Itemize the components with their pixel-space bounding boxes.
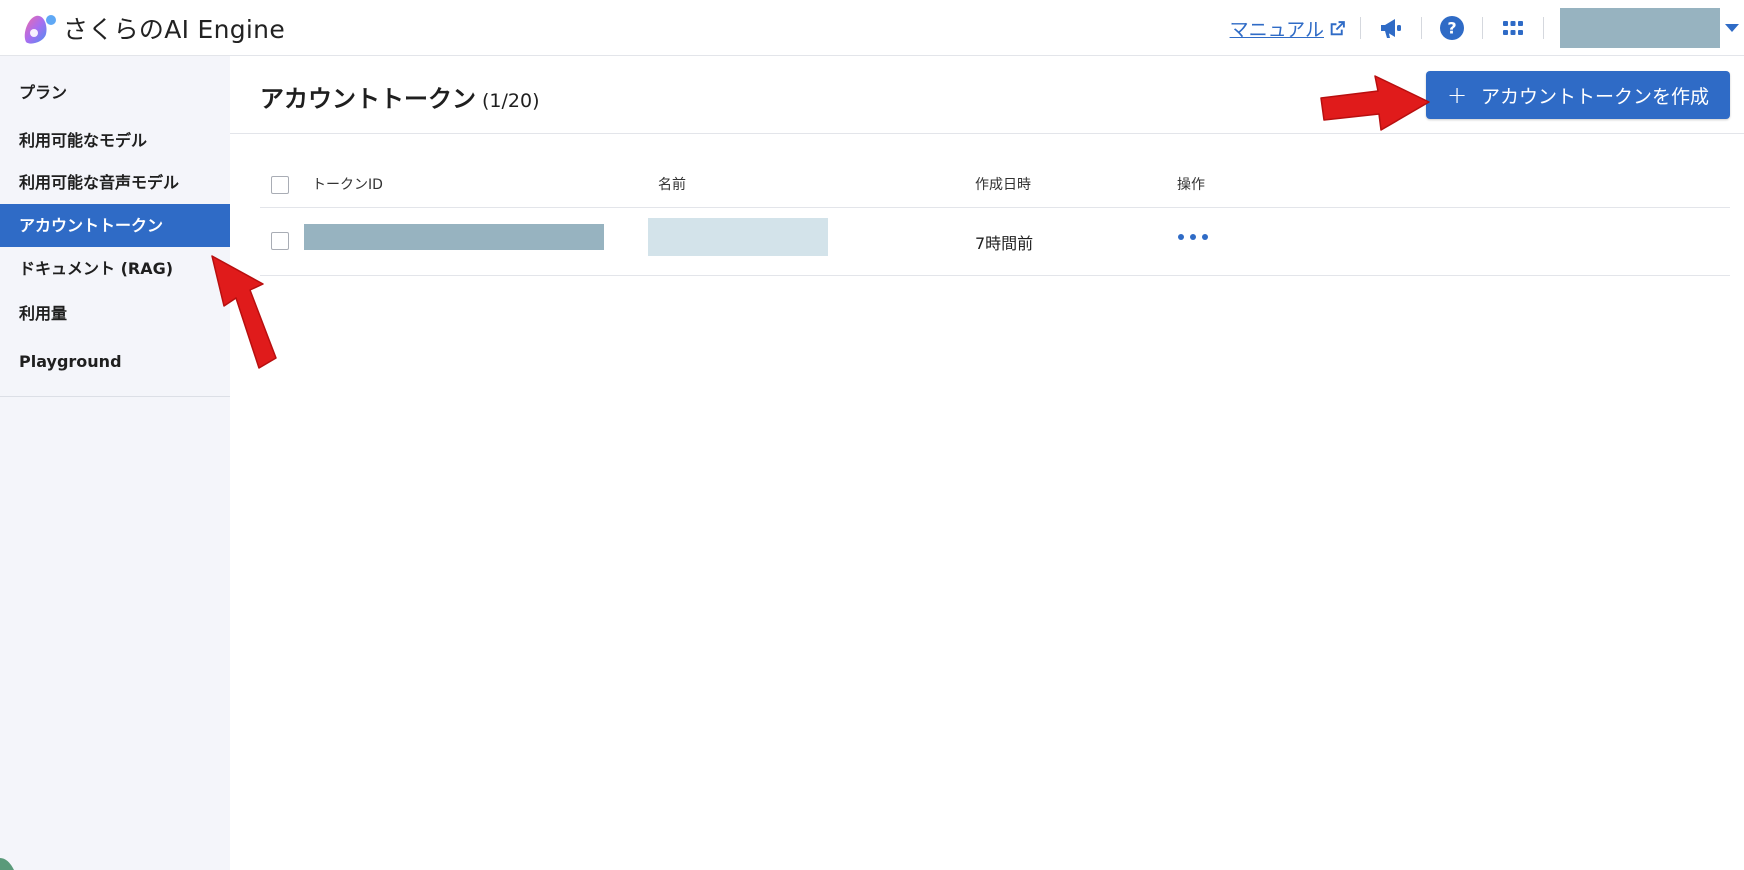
divider [1543,17,1544,39]
external-link-icon [1330,20,1345,35]
token-table: トークンID 名前 作成日時 操作 7時間前 [260,164,1730,276]
column-header-token-id[interactable]: トークンID [312,174,383,194]
divider [1360,17,1361,39]
token-count: (1/20) [482,90,540,112]
select-all-checkbox[interactable] [271,176,289,194]
column-header-created[interactable]: 作成日時 [975,174,1031,194]
chevron-down-icon[interactable] [1720,23,1744,33]
divider [1421,17,1422,39]
sidebar-item-plan[interactable]: プラン [0,73,230,113]
megaphone-icon[interactable] [1375,12,1407,44]
main-content: アカウントトークン (1/20) + アカウントトークンを作成 トークンID 名前… [230,56,1744,870]
manual-link-label: マニュアル [1229,18,1324,41]
logo-mark-icon [24,15,56,44]
divider [1482,17,1483,39]
plus-icon: + [1446,81,1468,109]
token-id-cell [304,224,604,250]
sidebar-item-models[interactable]: 利用可能なモデル [0,121,230,161]
app-name: さくらのAI Engine [63,15,286,44]
column-header-actions: 操作 [1177,177,1205,193]
sidebar: プラン 利用可能なモデル 利用可能な音声モデル アカウントトークン ドキュメント… [0,56,230,870]
app-logo[interactable]: さくらのAI Engine [22,8,285,48]
create-account-token-label: アカウントトークンを作成 [1481,85,1710,108]
sidebar-item-documents-rag[interactable]: ドキュメント (RAG) [0,247,230,290]
more-horizontal-icon[interactable] [1178,230,1208,244]
sidebar-item-playground[interactable]: Playground [0,338,230,386]
sidebar-item-voice-models[interactable]: 利用可能な音声モデル [0,161,230,204]
sidebar-nav: プラン 利用可能なモデル 利用可能な音声モデル アカウントトークン ドキュメント… [0,56,230,397]
top-bar: さくらのAI Engine マニュアル ? [0,0,1744,56]
svg-text:?: ? [1447,19,1456,38]
apps-grid-icon[interactable] [1497,12,1529,44]
row-checkbox[interactable] [271,232,289,250]
create-account-token-button[interactable]: + アカウントトークンを作成 [1426,71,1730,119]
column-header-name[interactable]: 名前 [658,174,686,194]
created-time-cell: 7時間前 [975,234,1034,253]
table-header: トークンID 名前 作成日時 操作 [260,164,1730,208]
manual-link[interactable]: マニュアル [1230,15,1346,42]
top-bar-actions: マニュアル ? [1230,0,1744,56]
table-row: 7時間前 [260,208,1730,276]
sidebar-item-usage[interactable]: 利用量 [0,290,230,338]
sidebar-item-account-tokens[interactable]: アカウントトークン [0,204,230,247]
page-title-text: アカウントトークン [260,85,476,113]
user-account-menu[interactable] [1560,8,1720,48]
page-title: アカウントトークン (1/20) [260,79,540,114]
page-header: アカウントトークン (1/20) + アカウントトークンを作成 [230,56,1744,134]
help-icon[interactable]: ? [1436,12,1468,44]
token-name-cell [648,218,828,256]
